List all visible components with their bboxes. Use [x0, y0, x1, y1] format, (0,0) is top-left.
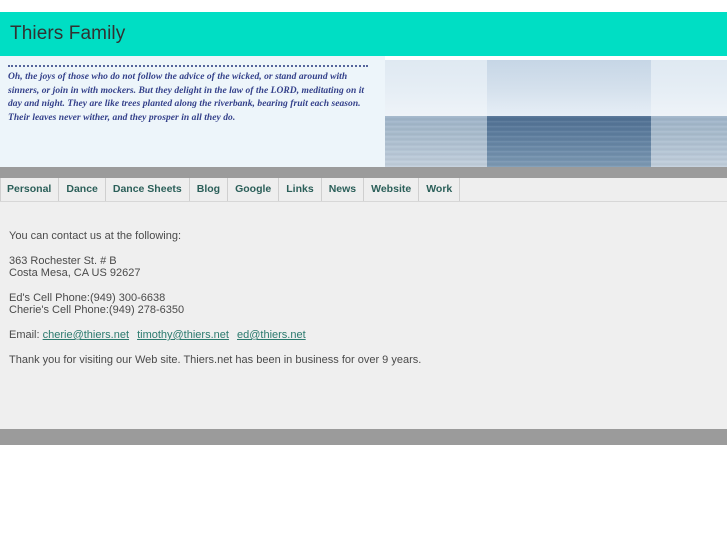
quote-box: Oh, the joys of those who do not follow …: [0, 56, 385, 167]
quote-top-rule: [8, 65, 368, 67]
nav-item-label: Blog: [196, 183, 221, 195]
nav-item-personal[interactable]: Personal: [0, 178, 60, 201]
contact-block: You can contact us at the following: 363…: [9, 230, 709, 366]
sky-region: [385, 60, 487, 116]
quote-text: Oh, the joys of those who do not follow …: [8, 72, 365, 123]
nav-item-label: Website: [371, 183, 412, 195]
nav-item-label: Google: [235, 183, 272, 195]
site-header-banner: Thiers Family: [0, 12, 727, 56]
nav-item-label: Dance: [66, 183, 98, 195]
nav-item-label: Personal: [7, 183, 52, 195]
closing-message: Thank you for visiting our Web site. Thi…: [9, 353, 422, 366]
nav-item-work[interactable]: Work: [419, 178, 461, 201]
nav-item-blog[interactable]: Blog: [190, 178, 229, 201]
nav-item-dance[interactable]: Dance: [59, 178, 106, 201]
banner-photo-strip: [385, 60, 727, 167]
email-link-ed[interactable]: ed@thiers.net: [237, 329, 306, 341]
ocean-photo-right: [651, 60, 727, 167]
water-texture: [651, 115, 727, 167]
water-texture: [487, 115, 651, 167]
sky-region: [487, 60, 651, 116]
address-line-2: Costa Mesa, CA US 92627: [9, 267, 141, 280]
nav-item-label: Links: [286, 183, 314, 195]
page-title: Thiers Family: [10, 23, 126, 44]
water-texture: [385, 115, 487, 167]
nav-item-label: Work: [426, 183, 453, 195]
hero-section: Oh, the joys of those who do not follow …: [0, 56, 727, 167]
email-row: Email: cherie@thiers.net timothy@thiers.…: [9, 329, 709, 342]
address-line-1: 363 Rochester St. # B: [9, 254, 117, 267]
phone-cherie: Cherie's Cell Phone:(949) 278-6350: [9, 304, 185, 317]
email-label: Email:: [9, 328, 40, 341]
ocean-photo-left: [385, 60, 487, 167]
nav-item-google[interactable]: Google: [228, 178, 280, 201]
nav-item-dance-sheets[interactable]: Dance Sheets: [106, 178, 190, 201]
ocean-photo-center: [487, 60, 651, 167]
contact-intro: You can contact us at the following:: [9, 230, 182, 242]
nav-item-news[interactable]: News: [322, 178, 365, 201]
email-link-cherie[interactable]: cherie@thiers.net: [43, 329, 129, 341]
main-navigation: Personal Dance Dance Sheets Blog Google …: [0, 178, 727, 202]
main-content: You can contact us at the following: 363…: [0, 202, 727, 429]
phone-ed: Ed's Cell Phone:(949) 300-6638: [9, 291, 166, 304]
page-root: Thiers Family Oh, the joys of those who …: [0, 0, 727, 545]
nav-item-label: News: [328, 183, 357, 195]
top-white-strip: [0, 0, 727, 12]
email-link-timothy[interactable]: timothy@thiers.net: [137, 329, 229, 341]
footer-bar: [0, 429, 727, 445]
nav-item-links[interactable]: Links: [279, 178, 322, 201]
nav-item-website[interactable]: Website: [364, 178, 420, 201]
nav-item-label: Dance Sheets: [112, 183, 182, 195]
hero-bottom-divider: [0, 167, 727, 178]
below-footer-area: [0, 445, 727, 545]
sky-region: [651, 60, 727, 116]
